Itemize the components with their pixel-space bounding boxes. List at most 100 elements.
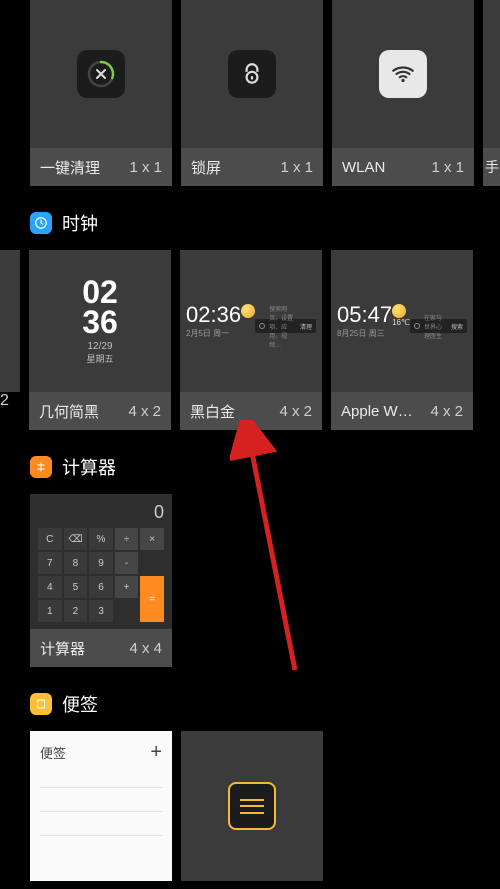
close-ring-icon bbox=[77, 50, 125, 98]
calc-key: % bbox=[89, 528, 113, 550]
widget-size: 4 x 4 bbox=[129, 640, 162, 657]
clock-widget-blackgold[interactable]: 02:36 2月5日 周一 搜索网页、设置项、应用、视频… 清理 黑白金 4 x… bbox=[180, 250, 322, 430]
calc-key: C bbox=[38, 528, 62, 550]
clock-row: 2 02 36 12/29 星期五 几何简黑 4 x 2 02:36 2月5日 … bbox=[0, 250, 500, 430]
calc-key: 1 bbox=[38, 600, 62, 622]
calc-key: 8 bbox=[64, 552, 88, 574]
widget-wlan[interactable]: WLAN 1 x 1 bbox=[332, 0, 474, 186]
widget-lockscreen[interactable]: 锁屏 1 x 1 bbox=[181, 0, 323, 186]
clock-widget-apple[interactable]: 05:47 8月25日 周三 16℃ 在家与世界心理医生 搜索 Apple W…… bbox=[331, 250, 473, 430]
calc-key: - bbox=[115, 552, 139, 574]
widget-size: 4 x 2 bbox=[128, 403, 161, 420]
widget-one-key-clean[interactable]: 一键清理 1 x 1 bbox=[30, 0, 172, 186]
widget-label: WLAN bbox=[342, 159, 385, 176]
search-tag: 搜索 bbox=[451, 322, 463, 331]
clock-prev-sliver[interactable]: 2 bbox=[0, 250, 20, 430]
weather-sun-icon bbox=[241, 304, 255, 318]
section-title: 便签 bbox=[62, 691, 98, 717]
calculator-widget[interactable]: 0 C ⌫ % ÷ × 7 8 9 - 4 5 6 + = 1 2 3 bbox=[30, 494, 172, 667]
search-bar: 搜索网页、设置项、应用、视频… 清理 bbox=[255, 319, 316, 333]
search-tag: 清理 bbox=[300, 322, 312, 331]
widget-label: 计算器 bbox=[40, 638, 85, 659]
notes-section-icon bbox=[30, 693, 52, 715]
search-placeholder: 搜索网页、设置项、应用、视频… bbox=[269, 304, 296, 349]
notes-row: 便签 + bbox=[0, 731, 500, 881]
widget-label: 一键清理 bbox=[40, 157, 100, 178]
notes-widget-white[interactable]: 便签 + bbox=[30, 731, 172, 881]
widget-preview bbox=[332, 0, 474, 148]
calc-section-icon bbox=[30, 456, 52, 478]
clock-widget-geometric[interactable]: 02 36 12/29 星期五 几何简黑 4 x 2 bbox=[29, 250, 171, 430]
section-title: 时钟 bbox=[62, 210, 98, 236]
notes-widget-dark[interactable] bbox=[181, 731, 323, 881]
clock-section-icon bbox=[30, 212, 52, 234]
widget-size: 2 bbox=[0, 392, 9, 409]
widget-size: 4 x 2 bbox=[430, 403, 463, 420]
notes-preview bbox=[181, 731, 323, 881]
calc-key: 2 bbox=[64, 600, 88, 622]
calc-key: 3 bbox=[89, 600, 113, 622]
section-header-calculator: 计算器 bbox=[30, 454, 500, 480]
calc-key: × bbox=[140, 528, 164, 550]
calc-key-equals: = bbox=[140, 576, 164, 622]
widget-label: 锁屏 bbox=[191, 157, 221, 178]
widget-preview bbox=[483, 0, 500, 148]
plus-icon: + bbox=[150, 741, 162, 764]
section-header-notes: 便签 bbox=[30, 691, 500, 717]
lock-icon bbox=[228, 50, 276, 98]
widget-size: 4 x 2 bbox=[279, 403, 312, 420]
clock-minutes: 36 bbox=[82, 307, 118, 337]
calculator-row: 0 C ⌫ % ÷ × 7 8 9 - 4 5 6 + = 1 2 3 bbox=[0, 494, 500, 667]
widget-label: 黑白金 bbox=[190, 401, 235, 422]
wifi-icon bbox=[379, 50, 427, 98]
widget-size: 1 x 1 bbox=[280, 159, 313, 176]
calc-key: 7 bbox=[38, 552, 62, 574]
clock-time: 05:47 bbox=[337, 304, 392, 326]
shortcut-row: 一键清理 1 x 1 锁屏 1 x 1 bbox=[0, 0, 500, 186]
widget-caption: WLAN 1 x 1 bbox=[332, 148, 474, 186]
clock-preview: 05:47 8月25日 周三 16℃ 在家与世界心理医生 搜索 bbox=[331, 250, 473, 392]
widget-caption: 手 bbox=[483, 148, 500, 186]
calculator-preview: 0 C ⌫ % ÷ × 7 8 9 - 4 5 6 + = 1 2 3 bbox=[30, 494, 172, 629]
calc-key: 4 bbox=[38, 576, 62, 598]
widget-caption: 计算器 4 x 4 bbox=[30, 629, 172, 667]
note-title: 便签 bbox=[40, 743, 66, 762]
clock-date: 2月5日 周一 bbox=[186, 328, 241, 339]
calc-display: 0 bbox=[38, 502, 164, 524]
section-title: 计算器 bbox=[62, 454, 116, 480]
note-lines-icon bbox=[228, 782, 276, 830]
widget-caption: Apple W… 4 x 2 bbox=[331, 392, 473, 430]
search-bar: 在家与世界心理医生 搜索 bbox=[410, 319, 467, 333]
calc-key: 5 bbox=[64, 576, 88, 598]
clock-date: 12/29 bbox=[87, 341, 112, 352]
search-icon bbox=[259, 323, 265, 329]
widget-size: 1 x 1 bbox=[431, 159, 464, 176]
widget-preview bbox=[181, 0, 323, 148]
clock-preview: 02 36 12/29 星期五 bbox=[29, 250, 171, 392]
search-placeholder: 在家与世界心理医生 bbox=[424, 313, 447, 340]
calc-key: 9 bbox=[89, 552, 113, 574]
weather-temp: 16℃ bbox=[392, 318, 410, 327]
widget-preview bbox=[30, 0, 172, 148]
clock-time: 02:36 bbox=[186, 304, 241, 326]
calc-key: ÷ bbox=[115, 528, 139, 550]
notes-preview: 便签 + bbox=[30, 731, 172, 881]
widget-caption: 锁屏 1 x 1 bbox=[181, 148, 323, 186]
widget-size: 1 x 1 bbox=[129, 159, 162, 176]
calc-key: 6 bbox=[89, 576, 113, 598]
widget-label: 手 bbox=[485, 157, 499, 177]
clock-date: 8月25日 周三 bbox=[337, 328, 392, 339]
widget-label: Apple W… bbox=[341, 403, 413, 420]
clock-weekday: 星期五 bbox=[86, 352, 113, 365]
widget-label: 几何简黑 bbox=[39, 401, 99, 422]
clock-hours: 02 bbox=[82, 277, 118, 307]
calc-key: + bbox=[115, 576, 139, 598]
widget-next[interactable]: 手 bbox=[483, 0, 500, 186]
widget-caption: 一键清理 1 x 1 bbox=[30, 148, 172, 186]
weather-sun-icon bbox=[392, 304, 406, 318]
clock-preview: 02:36 2月5日 周一 搜索网页、设置项、应用、视频… 清理 bbox=[180, 250, 322, 392]
section-header-clock: 时钟 bbox=[30, 210, 500, 236]
widget-caption: 几何简黑 4 x 2 bbox=[29, 392, 171, 430]
calc-keypad: C ⌫ % ÷ × 7 8 9 - 4 5 6 + = 1 2 3 bbox=[38, 528, 164, 622]
search-icon bbox=[414, 323, 420, 329]
